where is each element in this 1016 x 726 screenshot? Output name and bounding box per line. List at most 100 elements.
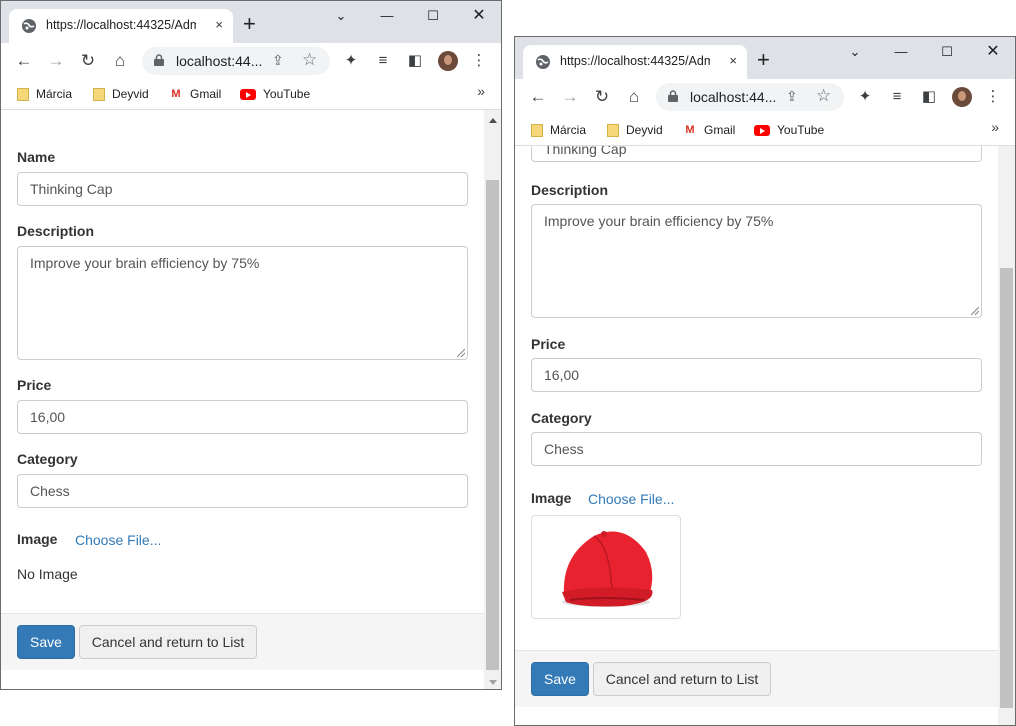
description-label: Description xyxy=(17,223,95,239)
scrollbar[interactable] xyxy=(484,110,501,689)
scrollbar[interactable] xyxy=(998,146,1015,725)
price-input[interactable]: 16,00 xyxy=(17,400,468,434)
category-input[interactable]: Chess xyxy=(17,474,468,508)
url-text: localhost:44... xyxy=(176,53,263,69)
browser-tab[interactable]: https://localhost:44325/Admin/ × xyxy=(9,9,233,43)
category-label: Category xyxy=(17,451,78,467)
description-textarea[interactable]: Improve your brain efficiency by 75% xyxy=(17,246,468,360)
browser-window-right: https://localhost:44325/Admin/ × + ⌄ — ☐… xyxy=(514,36,1016,726)
scroll-down-icon[interactable] xyxy=(489,680,497,685)
description-text: Improve your brain efficiency by 75% xyxy=(544,213,774,229)
extensions-icon[interactable]: ✦ xyxy=(341,51,361,71)
tab-title: https://localhost:44325/Admin/ xyxy=(46,18,196,32)
choose-file-button[interactable]: Choose File... xyxy=(75,532,161,548)
price-label: Price xyxy=(531,336,566,352)
reload-icon[interactable]: ↻ xyxy=(591,87,613,107)
youtube-icon xyxy=(754,125,770,137)
image-label: Image xyxy=(17,531,58,547)
bookmark-gmail[interactable]: M Gmail xyxy=(169,85,221,103)
media-icon[interactable]: ≡ xyxy=(887,87,907,107)
youtube-icon xyxy=(240,89,256,101)
choose-file-button[interactable]: Choose File... xyxy=(588,491,674,507)
lock-icon xyxy=(668,90,678,102)
address-bar[interactable]: localhost:44... ⇪ ☆ xyxy=(656,83,844,111)
plus-icon[interactable]: + xyxy=(757,49,770,71)
avatar[interactable] xyxy=(952,87,972,107)
red-cap-icon xyxy=(562,531,653,607)
gmail-icon: M xyxy=(685,124,695,137)
maximize-icon[interactable]: ☐ xyxy=(937,43,957,61)
bookmark-youtube[interactable]: YouTube xyxy=(754,121,824,139)
bookmark-deyvid[interactable]: Deyvid xyxy=(93,85,149,103)
forward-arrow-icon[interactable]: → xyxy=(45,51,67,71)
minimize-icon[interactable]: — xyxy=(377,7,397,25)
name-input[interactable]: Thinking Cap xyxy=(17,172,468,206)
plus-icon[interactable]: + xyxy=(243,13,256,35)
browser-toolbar: ← → ↻ ⌂ localhost:44... ⇪ ☆ ✦ ≡ ◧ ⋮ xyxy=(515,79,1015,115)
avatar[interactable] xyxy=(438,51,458,71)
window-close-icon[interactable]: ✕ xyxy=(983,43,1003,61)
title-bar: https://localhost:44325/Admin/ × + ⌄ — ☐… xyxy=(1,1,501,43)
price-input[interactable]: 16,00 xyxy=(531,358,982,392)
lock-icon xyxy=(154,54,164,66)
star-icon[interactable]: ☆ xyxy=(302,50,317,70)
browser-toolbar: ← → ↻ ⌂ localhost:44... ⇪ ☆ ✦ ≡ ◧ ⋮ xyxy=(1,43,501,79)
chevron-double-right-icon[interactable]: » xyxy=(477,83,485,99)
folder-icon xyxy=(531,124,543,138)
chevron-down-icon[interactable]: ⌄ xyxy=(845,43,865,61)
gmail-icon: M xyxy=(171,88,181,101)
window-close-icon[interactable]: ✕ xyxy=(469,7,489,25)
scroll-up-icon[interactable] xyxy=(489,118,497,123)
forward-arrow-icon[interactable]: → xyxy=(559,87,581,107)
address-bar[interactable]: localhost:44... ⇪ ☆ xyxy=(142,47,330,75)
minimize-icon[interactable]: — xyxy=(891,43,911,61)
kebab-menu-icon[interactable]: ⋮ xyxy=(983,87,1003,107)
folder-icon xyxy=(607,124,619,138)
resize-grip-icon[interactable] xyxy=(971,307,979,315)
bookmark-marcia[interactable]: Márcia xyxy=(17,85,72,103)
tab-title: https://localhost:44325/Admin/ xyxy=(560,54,710,68)
back-arrow-icon[interactable]: ← xyxy=(527,87,549,107)
bookmark-youtube[interactable]: YouTube xyxy=(240,85,310,103)
image-label: Image xyxy=(531,490,572,506)
form-footer: Save Cancel and return to List xyxy=(515,650,999,707)
resize-grip-icon[interactable] xyxy=(457,349,465,357)
form-footer: Save Cancel and return to List xyxy=(1,613,485,670)
save-button[interactable]: Save xyxy=(531,662,589,696)
star-icon[interactable]: ☆ xyxy=(816,86,831,106)
chevron-double-right-icon[interactable]: » xyxy=(991,119,999,135)
home-icon[interactable]: ⌂ xyxy=(623,87,645,107)
share-icon[interactable]: ⇪ xyxy=(272,52,284,69)
close-icon[interactable]: × xyxy=(729,52,737,70)
scrollbar-thumb[interactable] xyxy=(1000,268,1013,708)
sidepanel-icon[interactable]: ◧ xyxy=(405,51,425,71)
kebab-menu-icon[interactable]: ⋮ xyxy=(469,51,489,71)
extensions-icon[interactable]: ✦ xyxy=(855,87,875,107)
share-icon[interactable]: ⇪ xyxy=(786,88,798,105)
sidepanel-icon[interactable]: ◧ xyxy=(919,87,939,107)
save-button[interactable]: Save xyxy=(17,625,75,659)
media-icon[interactable]: ≡ xyxy=(373,51,393,71)
name-input[interactable]: Thinking Cap xyxy=(531,146,982,162)
cancel-button[interactable]: Cancel and return to List xyxy=(79,625,257,659)
category-label: Category xyxy=(531,410,592,426)
folder-icon xyxy=(17,88,29,102)
scrollbar-thumb[interactable] xyxy=(486,180,499,670)
globe-icon xyxy=(22,19,36,33)
bookmark-marcia[interactable]: Márcia xyxy=(531,121,586,139)
description-textarea[interactable]: Improve your brain efficiency by 75% xyxy=(531,204,982,318)
category-input[interactable]: Chess xyxy=(531,432,982,466)
chevron-down-icon[interactable]: ⌄ xyxy=(331,7,351,25)
url-text: localhost:44... xyxy=(690,89,777,105)
reload-icon[interactable]: ↻ xyxy=(77,51,99,71)
cancel-button[interactable]: Cancel and return to List xyxy=(593,662,771,696)
home-icon[interactable]: ⌂ xyxy=(109,51,131,71)
bookmark-deyvid[interactable]: Deyvid xyxy=(607,121,663,139)
bookmark-gmail[interactable]: M Gmail xyxy=(683,121,735,139)
back-arrow-icon[interactable]: ← xyxy=(13,51,35,71)
browser-tab[interactable]: https://localhost:44325/Admin/ × xyxy=(523,45,747,79)
maximize-icon[interactable]: ☐ xyxy=(423,7,443,25)
close-icon[interactable]: × xyxy=(215,16,223,34)
title-bar: https://localhost:44325/Admin/ × + ⌄ — ☐… xyxy=(515,37,1015,79)
description-text: Improve your brain efficiency by 75% xyxy=(30,255,260,271)
